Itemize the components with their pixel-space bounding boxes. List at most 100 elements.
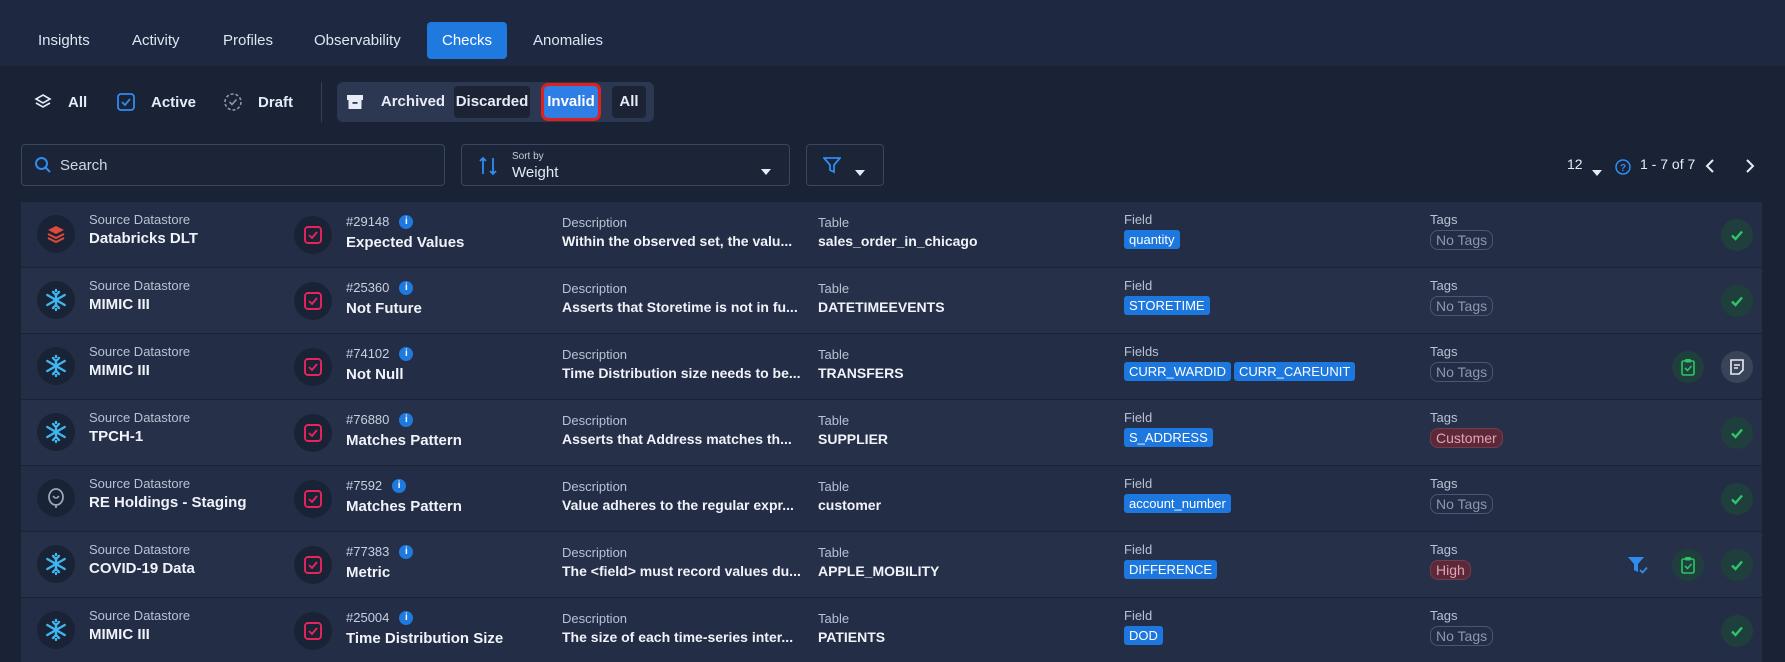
datastore-name[interactable]: MIMIC III bbox=[89, 362, 279, 379]
field-chip[interactable]: DIFFERENCE bbox=[1124, 560, 1218, 579]
filter-all[interactable]: All bbox=[32, 82, 87, 122]
filter-invalid[interactable]: Invalid bbox=[541, 83, 601, 121]
datastore-label: Source Datastore bbox=[89, 344, 191, 359]
info-icon[interactable]: i bbox=[399, 544, 414, 559]
check-row[interactable]: Source Datastore MIMIC III #74102 i Not Null… bbox=[21, 334, 1762, 400]
check-id-line: #77383 i bbox=[346, 544, 546, 559]
tag-badge[interactable]: No Tags bbox=[1430, 626, 1494, 646]
check-row[interactable]: Source Datastore Databricks DLT #29148 i Exp… bbox=[21, 202, 1762, 268]
tab-profiles[interactable]: Profiles bbox=[208, 22, 288, 59]
sort-select[interactable]: Sort by Weight bbox=[461, 144, 790, 186]
chevron-left-icon[interactable] bbox=[1704, 158, 1716, 179]
field-chip[interactable]: CURR_WARDID bbox=[1124, 362, 1232, 381]
table-cell: Table customer bbox=[818, 479, 1108, 513]
check-id[interactable]: #25004 bbox=[346, 610, 389, 625]
page-size-value[interactable]: 12 bbox=[1567, 156, 1583, 172]
filter-archived[interactable]: Archived bbox=[375, 86, 451, 118]
approve-icon[interactable] bbox=[1721, 219, 1753, 251]
info-icon[interactable]: i bbox=[399, 280, 414, 295]
info-icon[interactable]: i bbox=[392, 478, 407, 493]
tag-badge[interactable]: No Tags bbox=[1430, 296, 1494, 316]
clipboard-check-icon[interactable] bbox=[1672, 549, 1704, 581]
datastore-name[interactable]: RE Holdings - Staging bbox=[89, 494, 279, 511]
tag-badge[interactable]: Customer bbox=[1430, 428, 1503, 448]
datastore-name[interactable]: TPCH-1 bbox=[89, 428, 279, 445]
filter-draft[interactable]: Draft bbox=[222, 82, 293, 122]
description-cell: Description Time Distribution size needs … bbox=[562, 347, 810, 381]
chevron-right-icon[interactable] bbox=[1744, 158, 1756, 179]
table-name[interactable]: APPLE_MOBILITY bbox=[818, 563, 1108, 579]
tag-list: Customer bbox=[1430, 428, 1630, 448]
check-id[interactable]: #25360 bbox=[346, 280, 389, 295]
check-row[interactable]: Source Datastore COVID-19 Data #77383 i Metr… bbox=[21, 532, 1762, 598]
table-name[interactable]: DATETIMEEVENTS bbox=[818, 299, 1108, 315]
tags-cell: Tags No Tags bbox=[1430, 278, 1630, 316]
tag-badge[interactable]: No Tags bbox=[1430, 362, 1494, 382]
table-name[interactable]: sales_order_in_chicago bbox=[818, 233, 1108, 249]
info-icon[interactable]: i bbox=[399, 214, 414, 229]
check-row[interactable]: Source Datastore MIMIC III #25360 i Not Futu… bbox=[21, 268, 1762, 334]
filter-archived-all[interactable]: All bbox=[612, 86, 646, 118]
check-id[interactable]: #74102 bbox=[346, 346, 389, 361]
check-row[interactable]: Source Datastore RE Holdings - Staging #75… bbox=[21, 466, 1762, 532]
datastore-label: Source Datastore bbox=[89, 212, 191, 227]
check-row[interactable]: Source Datastore MIMIC III #25004 i Time Dis… bbox=[21, 598, 1762, 662]
filter-button[interactable] bbox=[806, 144, 884, 186]
check-id[interactable]: #76880 bbox=[346, 412, 389, 427]
table-name[interactable]: PATIENTS bbox=[818, 629, 1108, 645]
filter-caret-icon bbox=[855, 163, 865, 181]
note-icon[interactable] bbox=[1721, 351, 1753, 383]
datastore-name[interactable]: Databricks DLT bbox=[89, 230, 279, 247]
filter-active-label: Active bbox=[151, 93, 197, 111]
tab-observability[interactable]: Observability bbox=[299, 22, 416, 59]
tag-badge[interactable]: High bbox=[1430, 560, 1471, 580]
datastore-cell: Source Datastore COVID-19 Data bbox=[89, 542, 279, 577]
field-label: Field bbox=[1124, 608, 1153, 623]
field-chip[interactable]: CURR_CAREUNIT bbox=[1234, 362, 1356, 381]
check-id[interactable]: #77383 bbox=[346, 544, 389, 559]
description-label: Description bbox=[562, 611, 628, 626]
tag-badge[interactable]: No Tags bbox=[1430, 230, 1494, 250]
datastore-cell: Source Datastore Databricks DLT bbox=[89, 212, 279, 247]
tag-badge[interactable]: No Tags bbox=[1430, 494, 1494, 514]
table-name[interactable]: customer bbox=[818, 497, 1108, 513]
tags-label: Tags bbox=[1430, 344, 1458, 359]
tab-checks[interactable]: Checks bbox=[427, 22, 508, 59]
info-icon[interactable]: i bbox=[399, 346, 414, 361]
tag-list: No Tags bbox=[1430, 230, 1630, 250]
filter-active[interactable]: Active bbox=[115, 82, 196, 122]
approve-icon[interactable] bbox=[1721, 417, 1753, 449]
table-name[interactable]: SUPPLIER bbox=[818, 431, 1108, 447]
approve-icon[interactable] bbox=[1721, 549, 1753, 581]
table-name[interactable]: TRANSFERS bbox=[818, 365, 1108, 381]
clipboard-check-icon[interactable] bbox=[1672, 351, 1704, 383]
datastore-name[interactable]: MIMIC III bbox=[89, 626, 279, 643]
check-id[interactable]: #29148 bbox=[346, 214, 389, 229]
description-text: Asserts that Address matches th... bbox=[562, 431, 792, 447]
check-id[interactable]: #7592 bbox=[346, 478, 382, 493]
filter-discarded[interactable]: Discarded bbox=[454, 86, 530, 118]
field-chip[interactable]: account_number bbox=[1124, 494, 1231, 513]
field-chip[interactable]: S_ADDRESS bbox=[1124, 428, 1213, 447]
datastore-name[interactable]: MIMIC III bbox=[89, 296, 279, 313]
approve-icon[interactable] bbox=[1721, 285, 1753, 317]
search-input[interactable] bbox=[60, 145, 430, 185]
info-icon[interactable]: i bbox=[399, 610, 414, 625]
info-icon[interactable]: i bbox=[399, 412, 414, 427]
help-icon[interactable]: ? bbox=[1615, 159, 1631, 180]
page-size-caret-icon[interactable] bbox=[1592, 163, 1602, 181]
field-chip[interactable]: quantity bbox=[1124, 230, 1180, 249]
approve-icon[interactable] bbox=[1721, 483, 1753, 515]
tab-anomalies[interactable]: Anomalies bbox=[518, 22, 618, 59]
tab-insights[interactable]: Insights bbox=[23, 22, 105, 59]
field-chip[interactable]: STORETIME bbox=[1124, 296, 1210, 315]
tags-label: Tags bbox=[1430, 542, 1458, 557]
filter-check-icon[interactable] bbox=[1622, 549, 1654, 581]
approve-icon[interactable] bbox=[1721, 615, 1753, 647]
tab-activity[interactable]: Activity bbox=[117, 22, 195, 59]
description-text: Time Distribution size needs to be... bbox=[562, 365, 801, 381]
field-chip[interactable]: DOD bbox=[1124, 626, 1163, 645]
datastore-name[interactable]: COVID-19 Data bbox=[89, 560, 279, 577]
check-type: Matches Pattern bbox=[346, 498, 462, 515]
check-row[interactable]: Source Datastore TPCH-1 #76880 i Matches Pat… bbox=[21, 400, 1762, 466]
